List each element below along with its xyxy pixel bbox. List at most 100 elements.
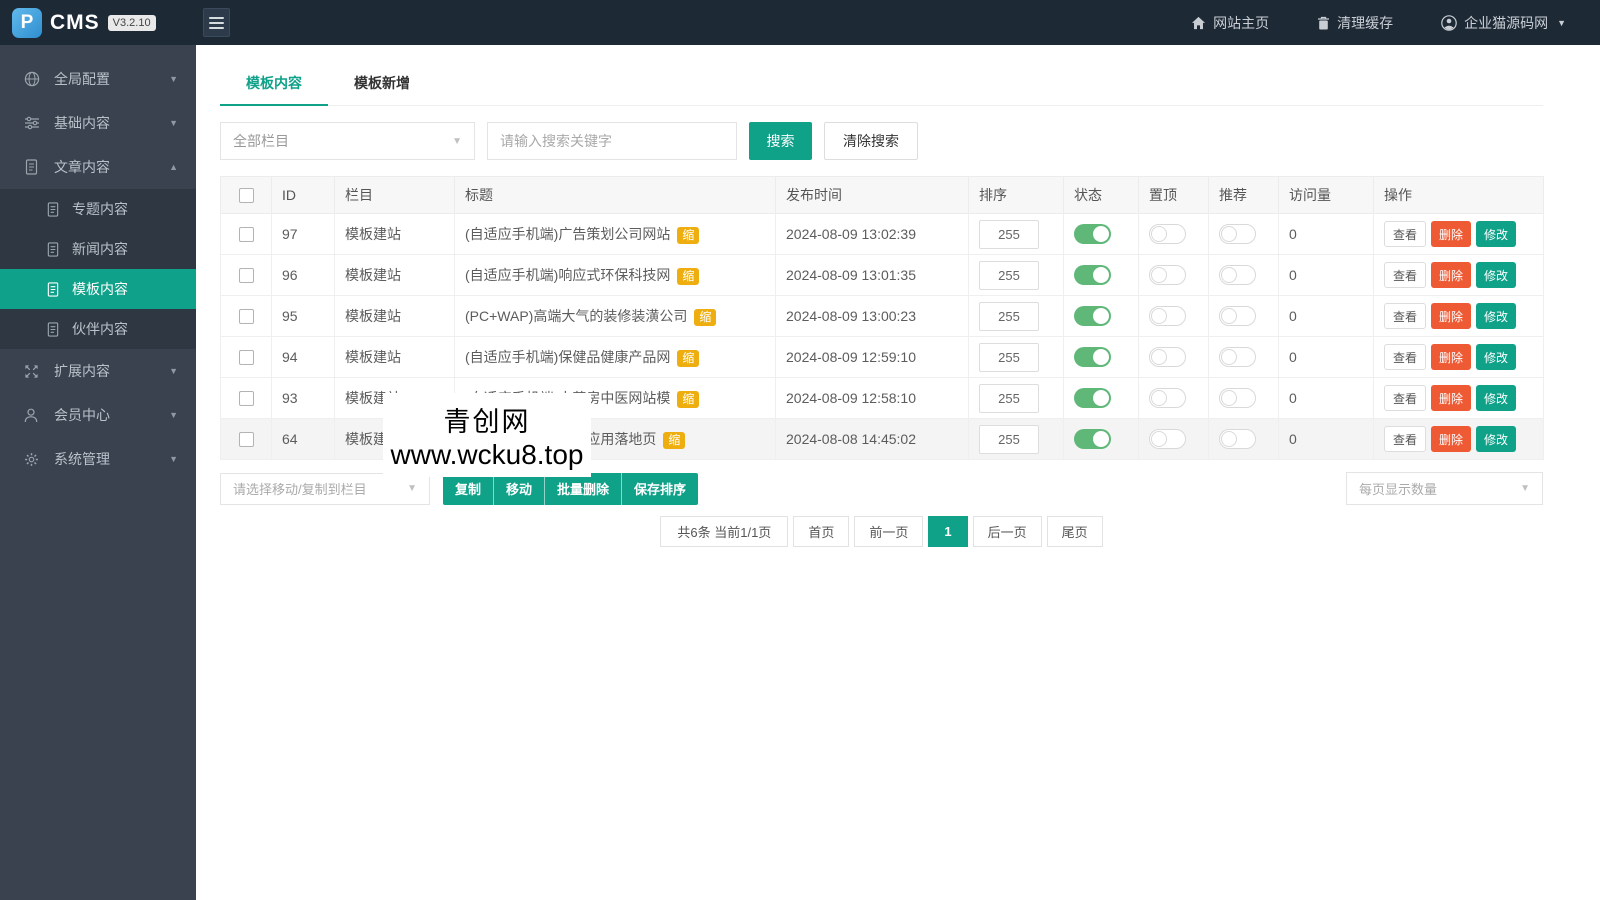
delete-button[interactable]: 删除: [1431, 221, 1472, 247]
sort-input[interactable]: [979, 383, 1039, 413]
category-select[interactable]: 全部栏目 ▼: [220, 122, 475, 160]
pagination-last[interactable]: 尾页: [1046, 516, 1103, 547]
edit-button[interactable]: 修改: [1476, 221, 1517, 247]
pagination-next[interactable]: 后一页: [972, 516, 1042, 547]
tab-template-add[interactable]: 模板新增: [328, 73, 436, 105]
row-checkbox[interactable]: [238, 227, 254, 243]
sort-input[interactable]: [979, 424, 1039, 454]
edit-button[interactable]: 修改: [1476, 262, 1517, 288]
status-toggle[interactable]: [1074, 388, 1111, 408]
sort-input[interactable]: [979, 301, 1039, 331]
row-title-link[interactable]: (自适应手机端)响应式环保科技网: [465, 267, 670, 283]
thumbnail-badge: 缩: [677, 350, 700, 367]
delete-button[interactable]: 删除: [1431, 426, 1472, 452]
status-toggle[interactable]: [1074, 306, 1111, 326]
top-toggle[interactable]: [1149, 347, 1186, 367]
sidebar-item-global-config[interactable]: 全局配置 ▼: [0, 57, 196, 101]
top-toggle[interactable]: [1149, 429, 1186, 449]
sidebar-item-member-center[interactable]: 会员中心 ▼: [0, 393, 196, 437]
save-sort-button[interactable]: 保存排序: [621, 472, 699, 505]
edit-button[interactable]: 修改: [1476, 426, 1517, 452]
copy-button[interactable]: 复制: [443, 472, 494, 505]
row-checkbox[interactable]: [238, 391, 254, 407]
document-icon: [46, 241, 61, 257]
top-toggle[interactable]: [1149, 224, 1186, 244]
batch-delete-button[interactable]: 批量删除: [544, 472, 622, 505]
view-button[interactable]: 查看: [1384, 344, 1427, 370]
delete-button[interactable]: 删除: [1431, 262, 1472, 288]
hamburger-menu-icon[interactable]: [203, 8, 230, 37]
search-button[interactable]: 搜索: [749, 122, 812, 160]
delete-button[interactable]: 删除: [1431, 344, 1472, 370]
topbar-link-site-home[interactable]: 网站主页: [1191, 13, 1269, 33]
status-toggle[interactable]: [1074, 265, 1111, 285]
app-logo: P CMS V3.2.10: [0, 7, 196, 38]
row-checkbox[interactable]: [238, 309, 254, 325]
row-title-link[interactable]: (自适应手机端)保健品健康产品网: [465, 349, 670, 365]
sidebar: 全局配置 ▼ 基础内容 ▼ 文章内容 ▲ 专题内容 新闻内容 模板内容 伙伴内容…: [0, 45, 196, 900]
sidebar-item-extend-content[interactable]: 扩展内容 ▼: [0, 349, 196, 393]
delete-button[interactable]: 删除: [1431, 303, 1472, 329]
recommend-toggle[interactable]: [1219, 347, 1256, 367]
sort-input[interactable]: [979, 342, 1039, 372]
select-all-checkbox[interactable]: [238, 188, 254, 204]
status-toggle[interactable]: [1074, 224, 1111, 244]
sort-input[interactable]: [979, 219, 1039, 249]
clear-search-button[interactable]: 清除搜索: [824, 122, 918, 160]
tab-template-content[interactable]: 模板内容: [220, 73, 328, 106]
view-button[interactable]: 查看: [1384, 385, 1427, 411]
pagination-prev[interactable]: 前一页: [854, 516, 924, 547]
pagination-page-1[interactable]: 1: [928, 516, 968, 547]
sidebar-subitem-partner-content[interactable]: 伙伴内容: [0, 309, 196, 349]
edit-button[interactable]: 修改: [1476, 385, 1517, 411]
top-toggle[interactable]: [1149, 265, 1186, 285]
search-input[interactable]: [487, 122, 737, 160]
edit-button[interactable]: 修改: [1476, 344, 1517, 370]
cell-visits: 0: [1278, 377, 1374, 419]
status-toggle[interactable]: [1074, 429, 1111, 449]
view-button[interactable]: 查看: [1384, 426, 1427, 452]
recommend-toggle[interactable]: [1219, 388, 1256, 408]
view-button[interactable]: 查看: [1384, 303, 1427, 329]
sidebar-item-system-manage[interactable]: 系统管理 ▼: [0, 437, 196, 481]
row-checkbox[interactable]: [238, 268, 254, 284]
topbar-user-menu[interactable]: 企业猫源码网 ▼: [1441, 13, 1566, 33]
col-recommend: 推荐: [1208, 176, 1279, 214]
page-size-select[interactable]: 每页显示数量 ▼: [1346, 472, 1543, 505]
sidebar-subitem-news-content[interactable]: 新闻内容: [0, 229, 196, 269]
recommend-toggle[interactable]: [1219, 429, 1256, 449]
recommend-toggle[interactable]: [1219, 306, 1256, 326]
row-checkbox[interactable]: [238, 432, 254, 448]
top-toggle[interactable]: [1149, 306, 1186, 326]
thumbnail-badge: 缩: [677, 268, 700, 285]
move-button[interactable]: 移动: [493, 472, 545, 505]
sidebar-item-basic-content[interactable]: 基础内容 ▼: [0, 101, 196, 145]
sort-input[interactable]: [979, 260, 1039, 290]
sidebar-subitem-topic-content[interactable]: 专题内容: [0, 189, 196, 229]
row-title-link[interactable]: (PC+WAP)高端大气的装修装潢公司: [465, 308, 687, 324]
cell-id: 97: [271, 213, 335, 255]
chevron-down-icon: ▼: [169, 118, 178, 128]
col-actions: 操作: [1373, 176, 1544, 214]
row-title-link[interactable]: (自适应手机端)广告策划公司网站: [465, 226, 670, 242]
topbar: P CMS V3.2.10 网站主页 清理缓存 企业猫源码网 ▼: [0, 0, 1600, 45]
sidebar-subitem-template-content[interactable]: 模板内容: [0, 269, 196, 309]
topbar-link-clear-cache[interactable]: 清理缓存: [1317, 13, 1393, 33]
view-button[interactable]: 查看: [1384, 221, 1427, 247]
cell-visits: 0: [1278, 336, 1374, 378]
chevron-down-icon: ▼: [169, 366, 178, 376]
row-checkbox[interactable]: [238, 350, 254, 366]
sidebar-item-article-content[interactable]: 文章内容 ▲: [0, 145, 196, 189]
delete-button[interactable]: 删除: [1431, 385, 1472, 411]
recommend-toggle[interactable]: [1219, 224, 1256, 244]
status-toggle[interactable]: [1074, 347, 1111, 367]
document-icon: [46, 281, 61, 297]
expand-icon: [24, 364, 41, 379]
move-copy-column-select[interactable]: 请选择移动/复制到栏目 ▼: [220, 472, 430, 505]
pagination-first[interactable]: 首页: [793, 516, 850, 547]
edit-button[interactable]: 修改: [1476, 303, 1517, 329]
cell-visits: 0: [1278, 254, 1374, 296]
view-button[interactable]: 查看: [1384, 262, 1427, 288]
top-toggle[interactable]: [1149, 388, 1186, 408]
recommend-toggle[interactable]: [1219, 265, 1256, 285]
